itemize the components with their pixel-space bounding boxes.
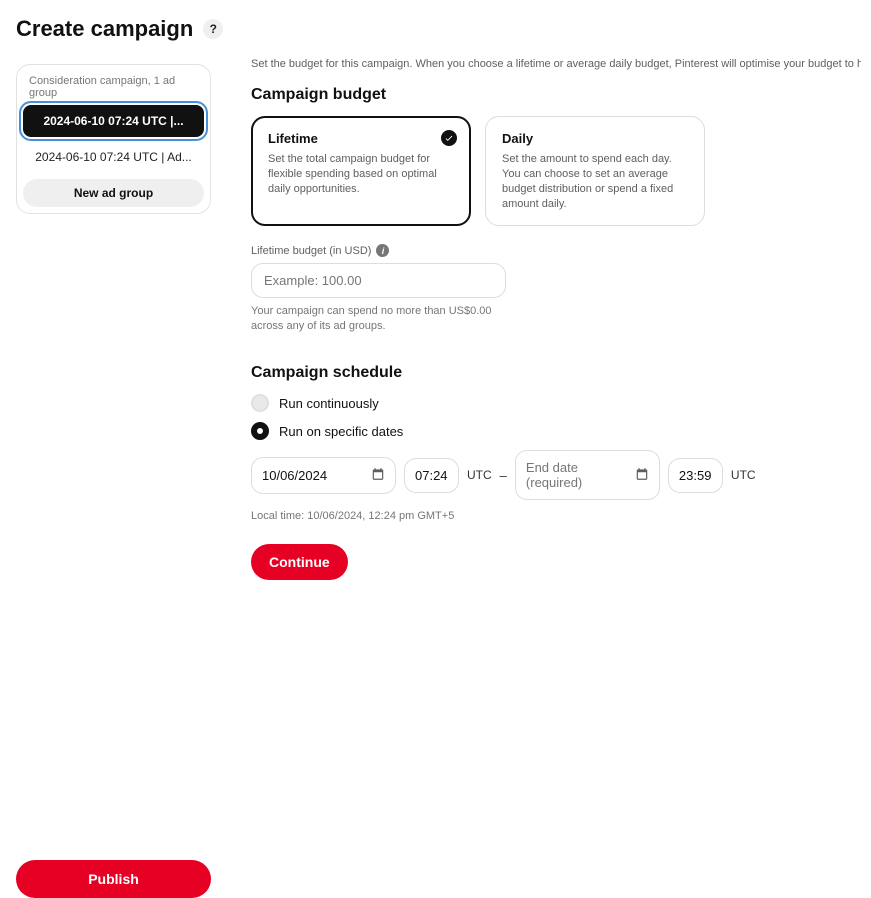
sidebar: Consideration campaign, 1 ad group 2024-…	[16, 62, 211, 580]
help-icon[interactable]: ?	[203, 19, 223, 39]
schedule-heading: Campaign schedule	[251, 364, 861, 382]
range-dash: –	[500, 468, 507, 483]
lifetime-budget-input[interactable]	[251, 263, 506, 298]
start-time-input[interactable]: 07:24	[404, 458, 459, 493]
radio-icon	[251, 394, 269, 412]
sidebar-item-campaign[interactable]: 2024-06-10 07:24 UTC |...	[23, 105, 204, 137]
calendar-icon	[371, 467, 385, 484]
local-time-text: Local time: 10/06/2024, 12:24 pm GMT+5	[251, 510, 861, 522]
continue-button[interactable]: Continue	[251, 544, 348, 580]
budget-heading: Campaign budget	[251, 86, 861, 104]
end-date-input[interactable]: End date (required)	[515, 450, 660, 500]
budget-option-daily[interactable]: Daily Set the amount to spend each day. …	[485, 116, 705, 226]
radio-icon	[251, 422, 269, 440]
calendar-icon	[635, 467, 649, 484]
option-title: Lifetime	[268, 131, 454, 146]
end-time-value: 23:59	[679, 468, 712, 483]
end-date-placeholder: End date (required)	[526, 460, 625, 490]
budget-field-label: Lifetime budget (in USD) i	[251, 244, 861, 257]
campaign-subtitle: Consideration campaign, 1 ad group	[23, 75, 204, 105]
radio-label: Run continuously	[279, 396, 379, 411]
budget-option-lifetime[interactable]: Lifetime Set the total campaign budget f…	[251, 116, 471, 226]
budget-helper-text: Your campaign can spend no more than US$…	[251, 304, 511, 334]
intro-text: Set the budget for this campaign. When y…	[251, 58, 861, 70]
start-date-value: 10/06/2024	[262, 468, 327, 483]
new-ad-group-button[interactable]: New ad group	[23, 179, 204, 207]
start-date-input[interactable]: 10/06/2024	[251, 457, 396, 494]
option-desc: Set the total campaign budget for flexib…	[268, 152, 454, 197]
publish-button[interactable]: Publish	[16, 860, 211, 898]
sidebar-item-adgroup[interactable]: 2024-06-10 07:24 UTC | Ad...	[23, 141, 204, 173]
info-icon[interactable]: i	[376, 244, 389, 257]
start-time-value: 07:24	[415, 468, 448, 483]
tz-label-end: UTC	[731, 468, 756, 482]
campaign-card: Consideration campaign, 1 ad group 2024-…	[16, 64, 211, 214]
main-content: Set the budget for this campaign. When y…	[251, 62, 871, 580]
radio-run-continuously[interactable]: Run continuously	[251, 394, 861, 412]
check-icon	[441, 130, 457, 146]
option-title: Daily	[502, 131, 688, 146]
end-time-input[interactable]: 23:59	[668, 458, 723, 493]
radio-label: Run on specific dates	[279, 424, 403, 439]
page-title: Create campaign	[16, 16, 193, 42]
option-desc: Set the amount to spend each day. You ca…	[502, 152, 688, 211]
tz-label-start: UTC	[467, 468, 492, 482]
radio-run-specific[interactable]: Run on specific dates	[251, 422, 861, 440]
